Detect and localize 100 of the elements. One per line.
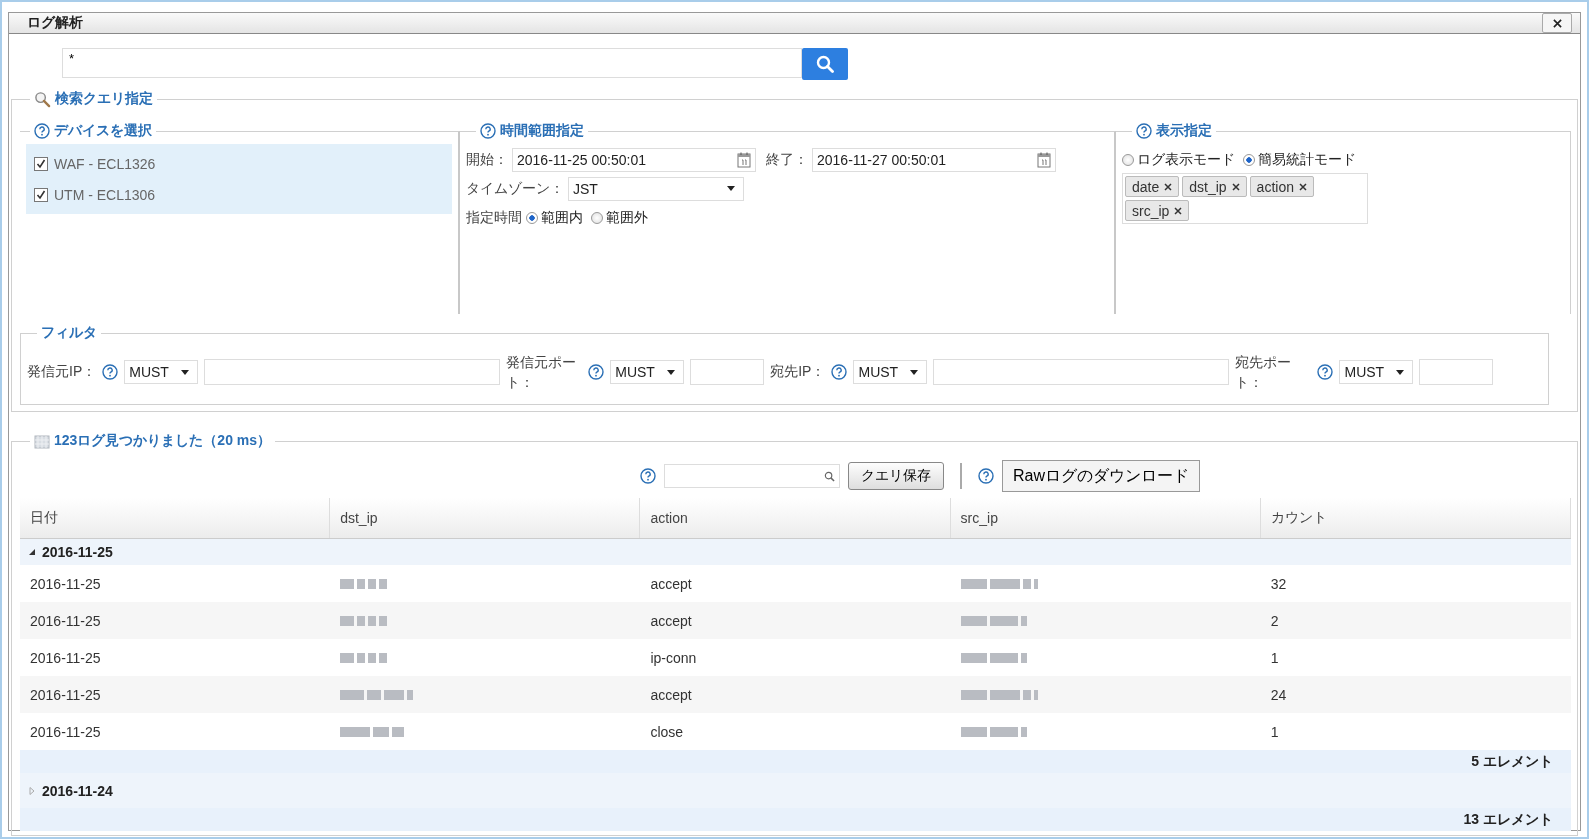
tag[interactable]: date <box>1125 176 1180 197</box>
column-header[interactable]: src_ip <box>950 498 1261 538</box>
calendar-icon[interactable] <box>1037 151 1051 168</box>
grid-icon <box>34 433 50 449</box>
table-cell-text: ip-conn <box>649 648 698 668</box>
search-icon <box>824 470 835 482</box>
column-header[interactable]: カウント <box>1260 498 1571 538</box>
remove-icon[interactable] <box>1174 206 1183 215</box>
section-title: 表示指定 <box>1156 122 1212 140</box>
caret-icon <box>1396 369 1405 375</box>
redacted-placeholder <box>340 615 388 626</box>
redacted-placeholder <box>960 615 1027 626</box>
timezone-label: タイムゾーン： <box>466 179 564 198</box>
remove-icon[interactable] <box>1298 182 1307 191</box>
start-date-field[interactable]: 2016-11-25 00:50:01 <box>512 147 756 172</box>
filter-input[interactable] <box>1419 359 1494 385</box>
group-label: 2016-11-24 <box>42 782 113 799</box>
operator-dropdown[interactable]: MUST <box>1339 360 1414 384</box>
help-icon[interactable] <box>978 468 994 484</box>
period-label: 指定時間 <box>466 208 522 227</box>
section-title: フィルタ <box>41 324 97 342</box>
tag[interactable]: src_ip <box>1125 200 1190 221</box>
redacted-placeholder <box>960 652 1027 663</box>
query-field[interactable]: * <box>62 48 802 78</box>
help-icon[interactable] <box>34 123 50 139</box>
tag[interactable]: dst_ip <box>1182 176 1247 197</box>
help-icon[interactable] <box>588 364 605 380</box>
column-header[interactable]: action <box>640 498 951 538</box>
table-cell-text: accept <box>649 685 693 705</box>
help-icon[interactable] <box>102 364 119 380</box>
caret-icon <box>667 369 676 375</box>
help-icon[interactable] <box>1136 123 1152 139</box>
radio-label: 簡易統計モード <box>1258 150 1356 169</box>
filter-label: 発信元ポート： <box>506 353 578 392</box>
table-cell-text: 2016-11-25 <box>29 611 102 631</box>
help-icon[interactable] <box>640 468 656 484</box>
section-title: 123ログ見つかりました（20 ms） <box>54 432 272 450</box>
caret-icon <box>181 369 190 375</box>
help-icon[interactable] <box>480 123 496 139</box>
group-count: 5 エレメント <box>1471 752 1553 771</box>
table-cell-text: 1 <box>1269 722 1280 742</box>
operator-dropdown[interactable]: MUST <box>853 360 928 384</box>
group-label: 2016-11-25 <box>42 544 113 560</box>
table-cell-text: 2016-11-25 <box>29 722 102 742</box>
remove-icon[interactable] <box>1164 182 1173 191</box>
radio-button[interactable] <box>1243 153 1255 166</box>
close-icon[interactable] <box>1552 18 1562 28</box>
redacted-placeholder <box>340 578 388 589</box>
tag-field[interactable]: date dst_ip action src_ip <box>1122 173 1368 224</box>
help-icon[interactable] <box>831 364 848 380</box>
save-query-button[interactable]: クエリ保存 <box>848 462 944 490</box>
group-row[interactable]: 2016-11-24 <box>20 773 1571 808</box>
timezone-dropdown[interactable]: JST <box>568 176 744 201</box>
table-cell-text: 1 <box>1269 648 1280 668</box>
radio-button[interactable] <box>1122 153 1134 166</box>
checkbox[interactable] <box>34 156 48 171</box>
filter-label: 宛先ポート： <box>1235 353 1293 392</box>
table-cell-text: close <box>649 722 685 742</box>
magnifier-icon <box>34 90 51 108</box>
end-label: 終了： <box>766 150 808 169</box>
radio-button[interactable] <box>591 211 603 224</box>
search-field[interactable] <box>664 464 840 488</box>
expanded-triangle-icon[interactable] <box>28 548 36 556</box>
filter-label: 宛先IP： <box>770 363 826 381</box>
redacted-placeholder <box>340 652 388 663</box>
column-header[interactable]: 日付 <box>20 498 331 538</box>
radio-button[interactable] <box>526 211 538 224</box>
caret-icon <box>727 186 735 191</box>
group-count: 13 エレメント <box>1463 810 1553 829</box>
remove-icon[interactable] <box>1231 182 1240 191</box>
device-label: UTM - ECL1306 <box>54 186 156 203</box>
download-button[interactable]: Rawログのダウンロード <box>1002 460 1200 492</box>
table-cell-text: accept <box>649 611 693 631</box>
operator-dropdown[interactable]: MUST <box>610 360 685 384</box>
table-cell-text: 2016-11-25 <box>29 574 102 594</box>
checkbox[interactable] <box>34 187 48 202</box>
column-header[interactable]: dst_ip <box>330 498 641 538</box>
end-date-field[interactable]: 2016-11-27 00:50:01 <box>812 147 1056 172</box>
search-icon[interactable] <box>816 55 834 73</box>
operator-dropdown[interactable]: MUST <box>124 360 199 384</box>
filter-input[interactable] <box>204 359 501 385</box>
group-row[interactable]: 2016-11-25 <box>20 539 1571 565</box>
radio-label: 範囲内 <box>541 208 583 227</box>
table-cell-text: 2016-11-25 <box>29 648 102 668</box>
radio-label: 範囲外 <box>606 208 648 227</box>
calendar-icon[interactable] <box>737 151 751 168</box>
filter-input[interactable] <box>933 359 1230 385</box>
close-button[interactable] <box>1542 13 1572 33</box>
tag[interactable]: action <box>1249 176 1314 197</box>
redacted-placeholder <box>960 726 1027 737</box>
table-cell-text: 2 <box>1269 611 1280 631</box>
search-button[interactable] <box>802 48 848 80</box>
filter-label: 発信元IP： <box>27 363 97 381</box>
section-title: 検索クエリ指定 <box>55 90 153 108</box>
section-title: 時間範囲指定 <box>500 122 584 140</box>
help-icon[interactable] <box>1317 364 1334 380</box>
filter-input[interactable] <box>690 359 765 385</box>
table-cell-text: 2016-11-25 <box>29 685 102 705</box>
section-title: デバイスを選択 <box>54 122 152 140</box>
table-cell-text: 32 <box>1269 574 1288 594</box>
